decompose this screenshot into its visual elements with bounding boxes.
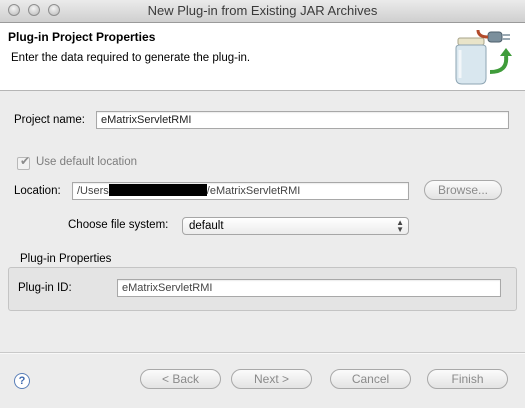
project-name-input[interactable]: eMatrixServletRMI bbox=[96, 111, 509, 129]
location-label: Location: bbox=[14, 185, 61, 197]
plugin-id-input[interactable]: eMatrixServletRMI bbox=[117, 279, 501, 297]
location-path-prefix: /Users bbox=[77, 185, 109, 197]
stepper-arrows-icon: ▲ ▼ bbox=[396, 218, 404, 234]
help-icon[interactable]: ? bbox=[14, 373, 30, 389]
project-name-label: Project name: bbox=[14, 114, 85, 126]
jar-plugin-wizard-icon bbox=[455, 29, 512, 85]
plugin-properties-group-label: Plug-in Properties bbox=[20, 253, 112, 265]
window-title: New Plug-in from Existing JAR Archives bbox=[147, 3, 378, 18]
file-system-value: default bbox=[189, 220, 224, 232]
wizard-banner: Plug-in Project Properties Enter the dat… bbox=[0, 23, 525, 91]
location-input[interactable]: /Users/eMatrixServletRMI bbox=[72, 182, 409, 200]
browse-button[interactable]: Browse... bbox=[424, 180, 502, 200]
cancel-button[interactable]: Cancel bbox=[330, 369, 411, 389]
location-path-suffix: /eMatrixServletRMI bbox=[206, 185, 301, 197]
footer-divider-highlight bbox=[0, 353, 525, 354]
page-title: Plug-in Project Properties bbox=[8, 30, 156, 44]
finish-button[interactable]: Finish bbox=[427, 369, 508, 389]
back-button[interactable]: < Back bbox=[140, 369, 221, 389]
page-description: Enter the data required to generate the … bbox=[11, 52, 251, 64]
redacted-block bbox=[108, 184, 207, 196]
next-button[interactable]: Next > bbox=[231, 369, 312, 389]
use-default-location-checkbox[interactable]: ✔ bbox=[17, 154, 31, 170]
plugin-id-label: Plug-in ID: bbox=[18, 282, 72, 294]
checkmark-icon: ✔ bbox=[20, 154, 31, 168]
window-titlebar[interactable]: New Plug-in from Existing JAR Archives bbox=[0, 0, 525, 23]
file-system-label: Choose file system: bbox=[68, 219, 169, 231]
use-default-location-label: Use default location bbox=[36, 156, 138, 168]
file-system-select[interactable]: default ▲ ▼ bbox=[182, 217, 409, 235]
